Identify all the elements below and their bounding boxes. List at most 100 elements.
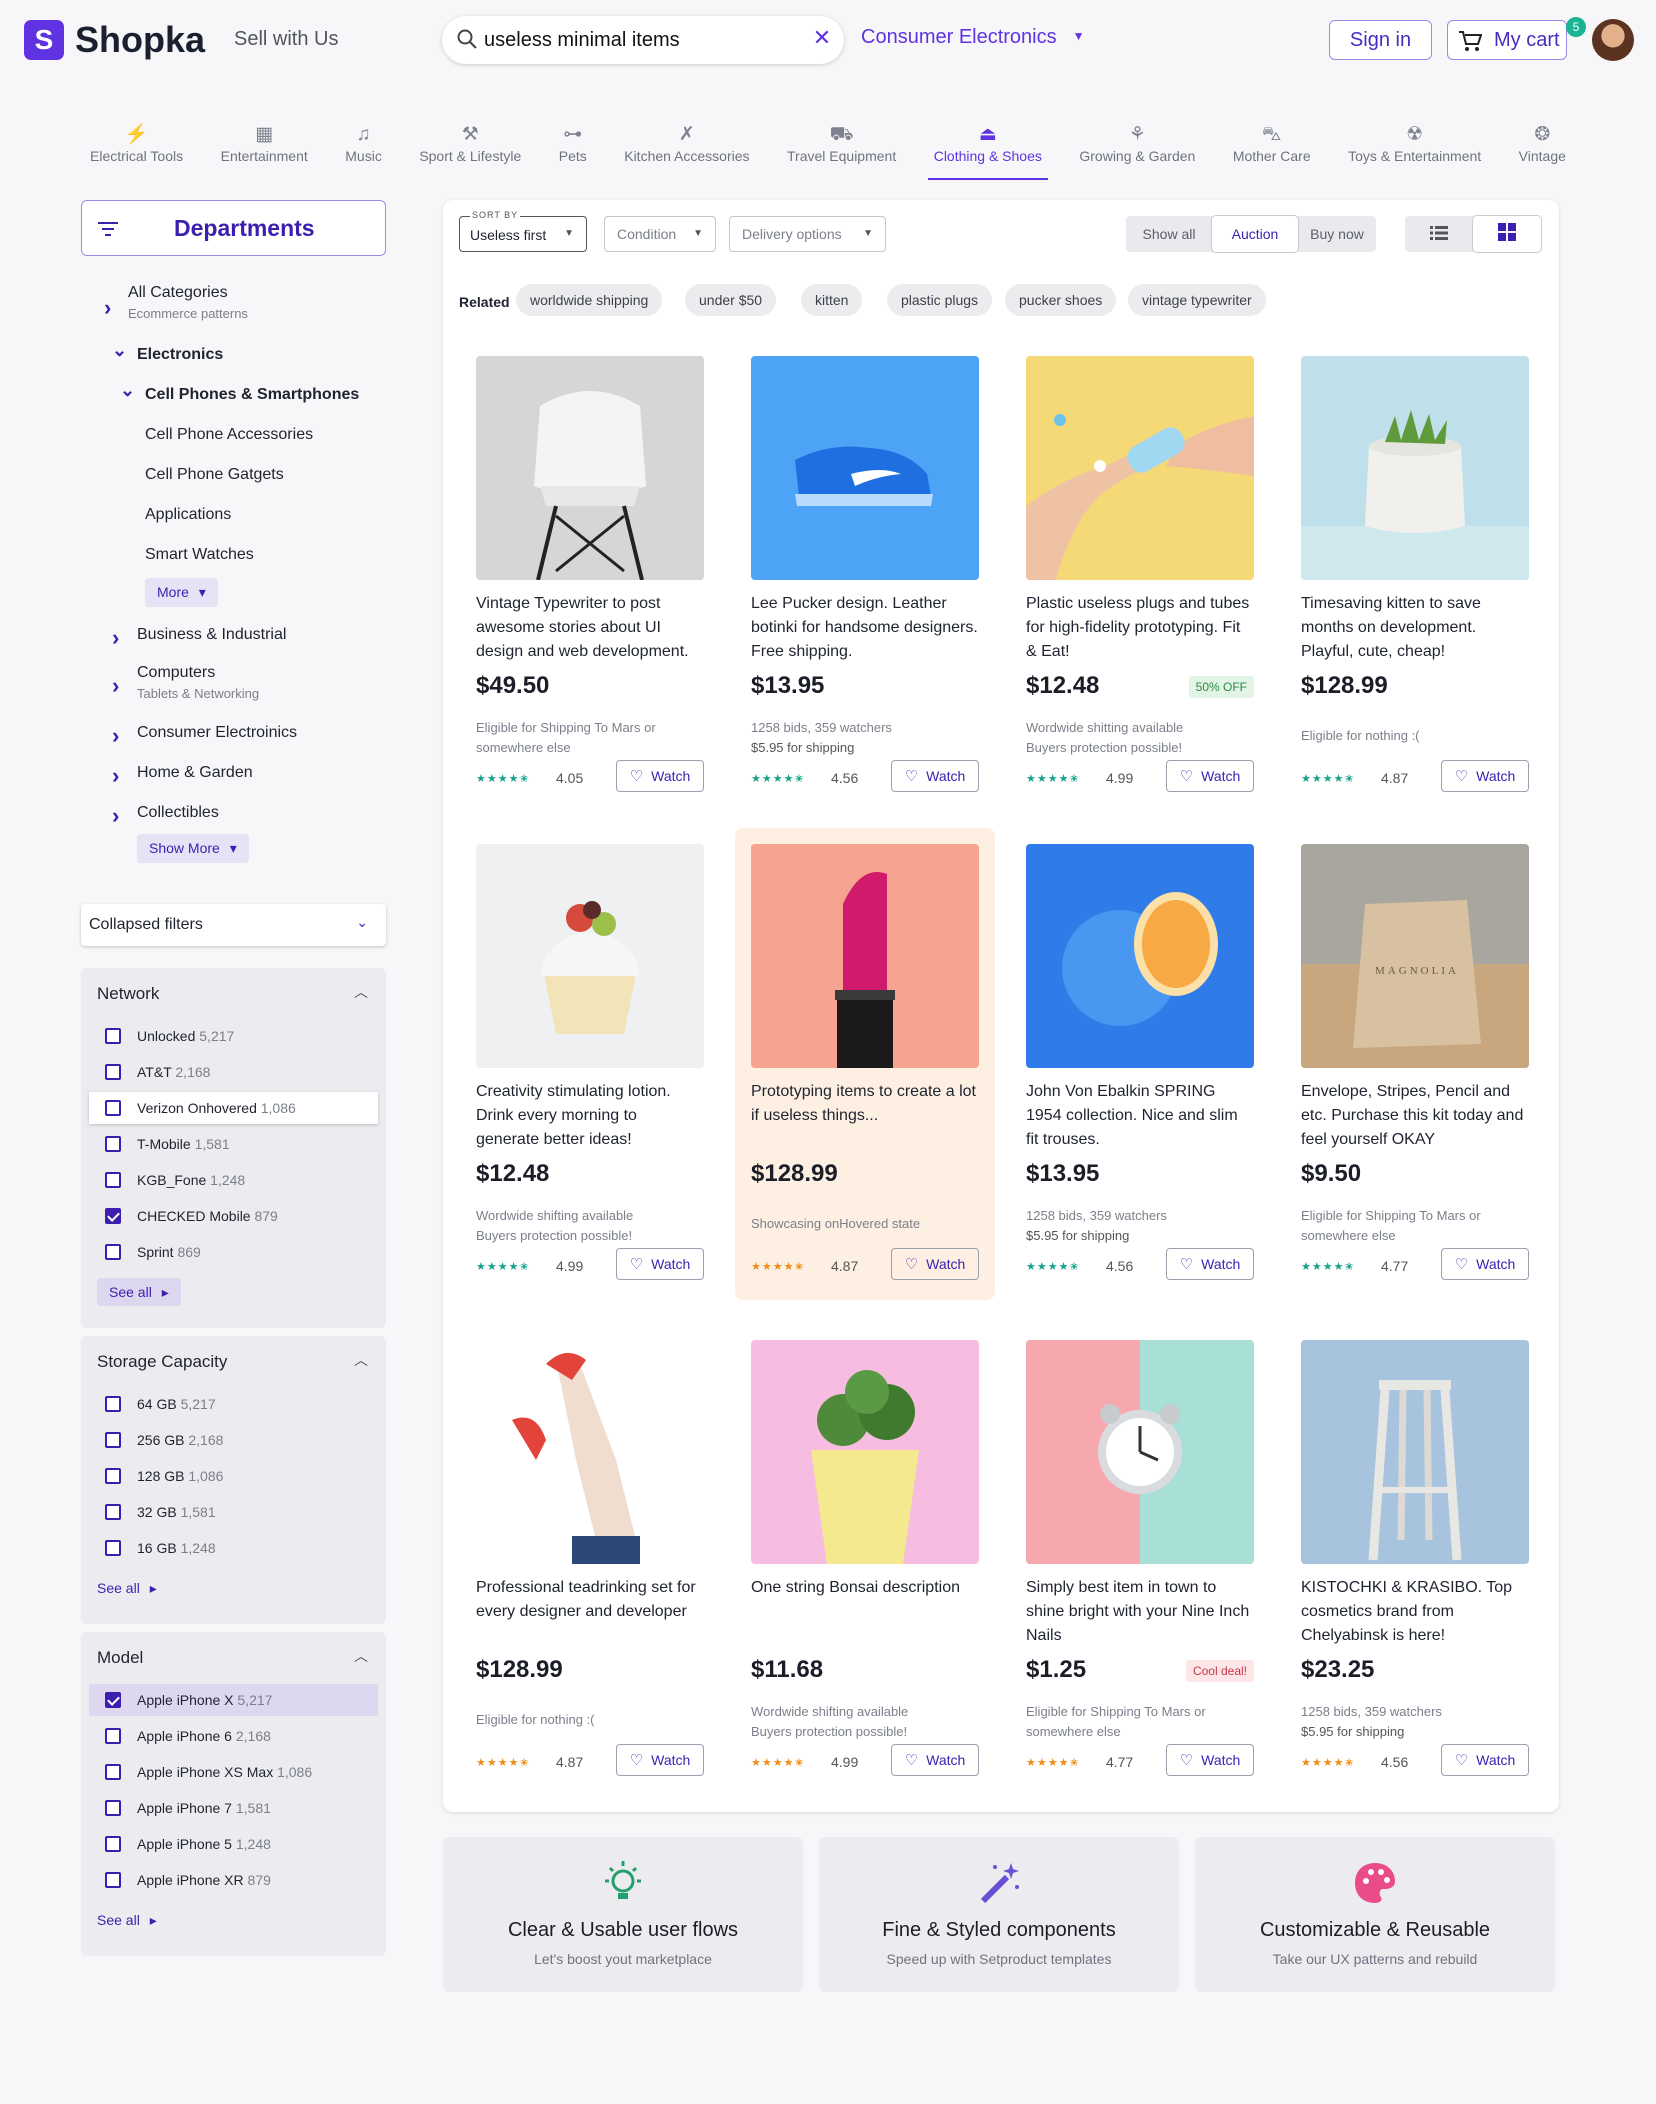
search-input[interactable]: useless minimal items <box>484 29 680 52</box>
product-card[interactable]: KISTOCHKI & KRASIBO. Top cosmetics brand… <box>1301 1340 1529 1800</box>
product-card[interactable]: MAGNOLIA Envelope, Stripes, Pencil and et… <box>1301 844 1529 1304</box>
category-kitchen-accessories[interactable]: ✗ Kitchen Accessories <box>624 124 749 174</box>
product-image[interactable] <box>1026 356 1254 580</box>
chevron-right-icon[interactable]: › <box>112 723 119 749</box>
chevron-down-icon[interactable]: ⌄ <box>120 380 135 401</box>
related-chip[interactable]: pucker shoes <box>1005 284 1117 316</box>
product-image[interactable] <box>476 844 704 1068</box>
tree-item-collectibles[interactable]: Collectibles <box>137 804 219 822</box>
filter-option[interactable]: AT&T 2,168 <box>89 1056 378 1088</box>
checkbox[interactable] <box>105 1540 121 1556</box>
product-image[interactable] <box>751 844 979 1068</box>
product-card[interactable]: Vintage Typewriter to post awesome stori… <box>476 356 704 816</box>
chevron-right-icon[interactable]: › <box>112 625 119 651</box>
tree-item-consumer-electroinics[interactable]: Consumer Electroinics <box>137 724 297 742</box>
product-card[interactable]: Professional teadrinking set for every d… <box>476 1340 704 1800</box>
product-image[interactable] <box>1301 1340 1529 1564</box>
departments-button[interactable]: Departments <box>81 200 386 256</box>
tree-item-cell-phone-accessories[interactable]: Cell Phone Accessories <box>145 426 313 444</box>
buy-now-tab[interactable]: Buy now <box>1298 216 1376 252</box>
product-title[interactable]: Vintage Typewriter to post awesome stori… <box>476 592 704 664</box>
checkbox[interactable] <box>105 1100 121 1116</box>
more-button[interactable]: More ▾ <box>145 578 218 607</box>
product-card[interactable]: Simply best item in town to shine bright… <box>1026 1340 1254 1800</box>
category-travel-equipment[interactable]: ⛟ Travel Equipment <box>787 124 896 174</box>
tree-item-cell-phone-gatgets[interactable]: Cell Phone Gatgets <box>145 466 284 484</box>
filter-option[interactable]: Apple iPhone X 5,217 <box>89 1684 378 1716</box>
auction-tab[interactable]: Auction <box>1212 216 1298 252</box>
show-more-button[interactable]: Show More ▾ <box>137 834 249 863</box>
sort-select[interactable]: SORT BY Useless first ▼ <box>459 210 587 252</box>
avatar[interactable] <box>1592 19 1634 61</box>
grid-view-button[interactable] <box>1473 216 1541 252</box>
checkbox[interactable] <box>105 1396 121 1412</box>
watch-button[interactable]: Watch <box>616 1744 704 1776</box>
tree-item-electronics[interactable]: Electronics <box>137 346 223 364</box>
filter-option[interactable]: Apple iPhone 5 1,248 <box>89 1828 378 1860</box>
product-title[interactable]: Timesaving kitten to save months on deve… <box>1301 592 1529 664</box>
filter-option[interactable]: Sprint 869 <box>89 1236 378 1268</box>
product-card[interactable]: Creativity stimulating lotion. Drink eve… <box>476 844 704 1304</box>
checkbox[interactable] <box>105 1468 121 1484</box>
watch-button[interactable]: Watch <box>1166 760 1254 792</box>
checkbox[interactable] <box>105 1800 121 1816</box>
chevron-right-icon[interactable]: › <box>112 763 119 789</box>
product-image[interactable] <box>476 356 704 580</box>
filter-option[interactable]: Apple iPhone XR 879 <box>89 1864 378 1896</box>
filter-option[interactable]: 64 GB 5,217 <box>89 1388 378 1420</box>
category-vintage[interactable]: ❂ Vintage <box>1519 124 1566 174</box>
chevron-right-icon[interactable]: › <box>112 803 119 829</box>
watch-button[interactable]: Watch <box>1166 1744 1254 1776</box>
category-entertainment[interactable]: ▦ Entertainment <box>221 124 308 174</box>
logo-text[interactable]: Shopka <box>75 18 205 62</box>
watch-button[interactable]: Watch <box>891 760 979 792</box>
tree-item-applications[interactable]: Applications <box>145 506 231 524</box>
product-image[interactable] <box>476 1340 704 1564</box>
chevron-right-icon[interactable]: › <box>104 295 111 321</box>
chevron-up-icon[interactable]: ︿ <box>354 1350 368 1370</box>
product-title[interactable]: Simply best item in town to shine bright… <box>1026 1576 1254 1648</box>
show-all-tab[interactable]: Show all <box>1126 216 1212 252</box>
product-image[interactable] <box>1301 356 1529 580</box>
checkbox[interactable] <box>105 1836 121 1852</box>
watch-button[interactable]: Watch <box>891 1744 979 1776</box>
watch-button[interactable]: Watch <box>1441 760 1529 792</box>
chevron-right-icon[interactable]: › <box>112 673 119 699</box>
product-image[interactable] <box>1026 844 1254 1068</box>
category-pets[interactable]: ⊶ Pets <box>559 124 587 174</box>
related-chip[interactable]: worldwide shipping <box>516 284 663 316</box>
see-all-link[interactable]: See all ▸ <box>97 1278 181 1306</box>
checkbox[interactable] <box>105 1244 121 1260</box>
product-card[interactable]: Lee Pucker design. Leather botinki for h… <box>751 356 979 816</box>
tree-item-all-categories[interactable]: All Categories Ecommerce patterns <box>128 284 248 321</box>
product-card[interactable]: Timesaving kitten to save months on deve… <box>1301 356 1529 816</box>
search-bar[interactable]: useless minimal items ✕ <box>442 16 844 64</box>
clear-search-icon[interactable]: ✕ <box>810 26 834 50</box>
filter-option[interactable]: T-Mobile 1,581 <box>89 1128 378 1160</box>
filter-option[interactable]: Unlocked 5,217 <box>89 1020 378 1052</box>
checkbox[interactable] <box>105 1764 121 1780</box>
list-view-button[interactable] <box>1405 216 1473 252</box>
related-chip[interactable]: kitten <box>801 284 863 316</box>
product-card[interactable]: Plastic useless plugs and tubes for high… <box>1026 356 1254 816</box>
category-clothing-shoes[interactable]: ⏏ Clothing & Shoes <box>927 124 1049 180</box>
chevron-down-icon[interactable]: ⌄ <box>112 340 127 361</box>
product-card[interactable]: One string Bonsai description $11.68 Wordw… <box>751 1340 979 1800</box>
checkbox[interactable] <box>105 1872 121 1888</box>
watch-button[interactable]: Watch <box>616 1248 704 1280</box>
filter-option[interactable]: Apple iPhone 7 1,581 <box>89 1792 378 1824</box>
filter-option[interactable]: Apple iPhone XS Max 1,086 <box>89 1756 378 1788</box>
condition-select[interactable]: Condition ▼ <box>604 216 716 252</box>
checkbox[interactable] <box>105 1136 121 1152</box>
related-chip[interactable]: plastic plugs <box>887 284 993 316</box>
chevron-up-icon[interactable]: ︿ <box>354 1646 368 1666</box>
checkbox[interactable] <box>105 1728 121 1744</box>
tree-item-home-garden[interactable]: Home & Garden <box>137 764 253 782</box>
product-title[interactable]: Creativity stimulating lotion. Drink eve… <box>476 1080 704 1152</box>
category-sport-lifestyle[interactable]: ⚒ Sport & Lifestyle <box>419 124 521 174</box>
related-chip[interactable]: vintage typewriter <box>1128 284 1266 316</box>
product-title[interactable]: One string Bonsai description <box>751 1576 979 1600</box>
tree-item-computers[interactable]: Computers Tablets & Networking <box>137 664 259 701</box>
category-select[interactable]: Consumer Electronics ▼ <box>861 26 1085 49</box>
filter-option[interactable]: 16 GB 1,248 <box>89 1532 378 1564</box>
